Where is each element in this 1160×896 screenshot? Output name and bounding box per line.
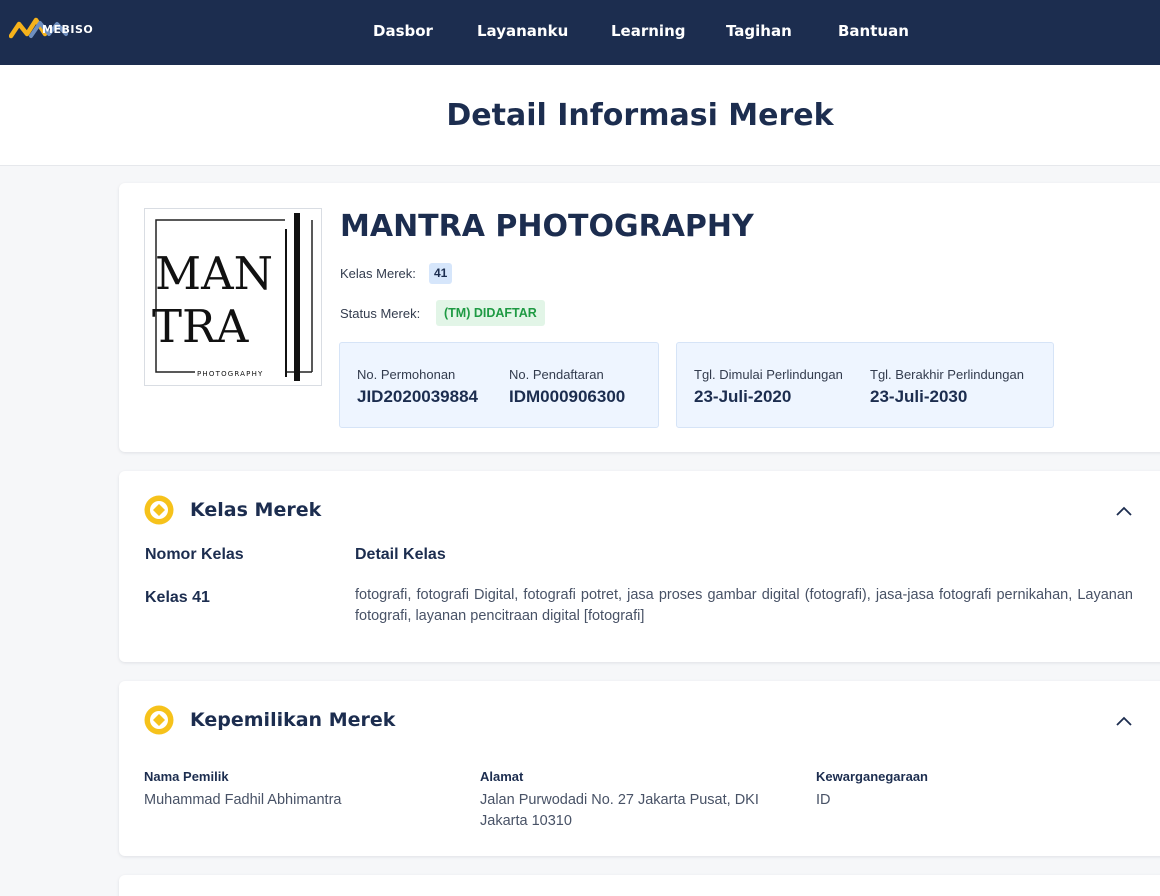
brand-logo-image: MAN TRA PHOTOGRAPHY [144,208,322,386]
status-label: Status Merek: [340,306,421,321]
application-no-label: No. Permohonan [357,367,456,382]
mantra-logo-artwork: MAN TRA PHOTOGRAPHY [152,213,313,381]
protection-start-label: Tgl. Dimulai Perlindungan [694,367,843,382]
nationality-label: Kewarganegaraan [816,769,928,784]
brand-name: MANTRA PHOTOGRAPHY [340,209,754,244]
registration-numbers-box: No. Permohonan JID2020039884 No. Pendaft… [339,342,659,428]
class-section-card: Kelas Merek Nomor Kelas Detail Kelas Kel… [119,471,1160,662]
owner-name-label: Nama Pemilik [144,769,229,784]
top-navbar: MEBISO Dasbor Layananku Learning Tagihan… [0,0,1160,65]
nav-learning[interactable]: Learning [611,0,686,65]
class-detail-value: fotografi, fotografi Digital, fotografi … [355,587,1133,624]
nav-tagihan[interactable]: Tagihan [726,0,792,65]
page-title: Detail Informasi Merek [446,98,834,133]
chevron-up-icon[interactable] [1114,501,1134,521]
nav-bantuan[interactable]: Bantuan [838,0,909,65]
ownership-section-card: Kepemilikan Merek Nama Pemilik Muhammad … [119,681,1160,856]
protection-dates-box: Tgl. Dimulai Perlindungan 23-Juli-2020 T… [676,342,1054,428]
coin-diamond-icon [144,495,174,525]
address-label: Alamat [480,769,524,784]
class-detail-header: Detail Kelas [355,546,446,563]
application-no-value: JID2020039884 [357,387,479,406]
registration-no-label: No. Pendaftaran [509,367,604,382]
class-number-header: Nomor Kelas [145,546,244,563]
class-section-title: Kelas Merek [190,499,322,521]
owner-name-value: Muhammad Fadhil Abhimantra [144,792,342,808]
class-label: Kelas Merek: [340,266,416,281]
svg-text:MAN: MAN [155,247,273,300]
protection-end-value: 23-Juli-2030 [870,387,968,406]
status-badge: (TM) DIDAFTAR [436,300,545,326]
logo-text: MEBISO [42,23,94,36]
class-number-value: Kelas 41 [145,589,210,606]
svg-text:PHOTOGRAPHY: PHOTOGRAPHY [197,370,264,378]
nationality-value: ID [816,792,831,808]
class-badge: 41 [429,263,453,284]
ownership-section-title: Kepemilikan Merek [190,709,396,731]
next-section-card [119,875,1160,896]
svg-text:TRA: TRA [152,300,249,353]
brand-summary-card: MAN TRA PHOTOGRAPHY MANTRA PHOTOGRAPHY K… [119,183,1160,452]
protection-end-label: Tgl. Berakhir Perlindungan [870,367,1024,382]
address-value: Jalan Purwodadi No. 27 Jakarta Pusat, DK… [480,792,759,829]
coin-diamond-icon [144,705,174,735]
registration-no-value: IDM000906300 [509,387,626,406]
title-band: Detail Informasi Merek [0,65,1160,166]
nav-dasbor[interactable]: Dasbor [373,0,433,65]
protection-start-value: 23-Juli-2020 [694,387,792,406]
nav-layananku[interactable]: Layananku [477,0,568,65]
chevron-up-icon[interactable] [1114,711,1134,731]
